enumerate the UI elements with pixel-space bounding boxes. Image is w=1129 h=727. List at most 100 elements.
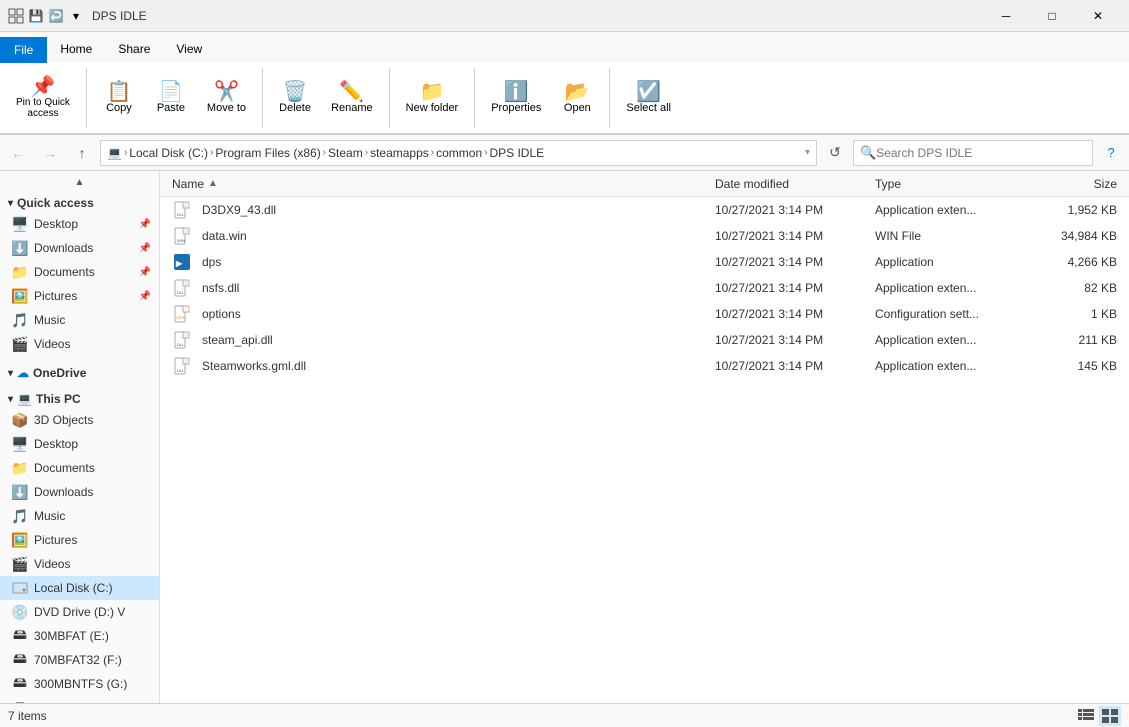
open-button[interactable]: 📂 Open	[553, 78, 601, 118]
quick-access-expand: ▾	[8, 198, 13, 209]
sidebar-item-documents-pc[interactable]: 📁 Documents	[0, 456, 159, 480]
path-arrow-1: ›	[210, 147, 213, 158]
item-count: 7 items	[8, 709, 47, 723]
address-path[interactable]: 💻 › Local Disk (C:) › Program Files (x86…	[100, 140, 817, 166]
documents-pc-label: Documents	[34, 461, 95, 475]
file-name-d3dx9-text: D3DX9_43.dll	[202, 203, 276, 217]
file-type-options: Configuration sett...	[871, 307, 1031, 321]
back-button[interactable]: ←	[4, 139, 32, 167]
file-date-steamworksgml: 10/27/2021 3:14 PM	[711, 359, 871, 373]
undo-icon[interactable]: ↩️	[48, 8, 64, 24]
col-header-size[interactable]: Size	[1031, 177, 1121, 191]
70mbfat32-f-label: 70MBFAT32 (F:)	[34, 653, 122, 667]
properties-icon: ℹ️	[504, 82, 529, 102]
sidebar-item-pictures-quick[interactable]: 🖼️ Pictures 📌	[0, 284, 159, 308]
onedrive-label: OneDrive	[33, 366, 86, 380]
onedrive-expand: ▾	[8, 368, 13, 379]
pictures-quick-icon: 🖼️	[12, 288, 28, 304]
rename-button[interactable]: ✏️ Rename	[323, 78, 381, 118]
close-button[interactable]: ✕	[1075, 0, 1121, 32]
path-dropdown-arrow: ▾	[805, 147, 810, 158]
file-row-d3dx9[interactable]: DLL D3DX9_43.dll 10/27/2021 3:14 PM Appl…	[160, 197, 1129, 223]
paste-label: Paste	[157, 102, 185, 114]
up-button[interactable]: ↑	[68, 139, 96, 167]
file-row-options[interactable]: CFG options 10/27/2021 3:14 PM Configura…	[160, 301, 1129, 327]
details-view-button[interactable]	[1075, 706, 1097, 726]
sidebar-item-desktop-quick[interactable]: 🖥️ Desktop 📌	[0, 212, 159, 236]
sidebar-item-70mbfat32-f[interactable]: 🖴 70MBFAT32 (F:)	[0, 648, 159, 672]
search-box[interactable]: 🔍	[853, 140, 1093, 166]
col-header-type[interactable]: Type	[871, 177, 1031, 191]
delete-button[interactable]: 🗑️ Delete	[271, 78, 319, 118]
onedrive-header[interactable]: ▾ ☁ OneDrive	[0, 360, 159, 382]
new-folder-button[interactable]: 📁 New folder	[398, 78, 467, 118]
sidebar-item-30mbfat-e2[interactable]: 🖴 30MBFAT (E:)	[0, 696, 159, 703]
tab-home[interactable]: Home	[47, 35, 105, 62]
sidebar-item-music-pc[interactable]: 🎵 Music	[0, 504, 159, 528]
sidebar-item-videos-pc[interactable]: 🎬 Videos	[0, 552, 159, 576]
sidebar-item-dvd-drive-d[interactable]: 💿 DVD Drive (D:) V	[0, 600, 159, 624]
this-pc-header[interactable]: ▾ 💻 This PC	[0, 386, 159, 408]
documents-pc-icon: 📁	[12, 460, 28, 476]
file-row-nsfsdll[interactable]: DLL nsfs.dll 10/27/2021 3:14 PM Applicat…	[160, 275, 1129, 301]
status-bar: 7 items	[0, 703, 1129, 727]
sidebar-scroll-up[interactable]: ▲	[0, 175, 159, 190]
paste-button[interactable]: 📄 Paste	[147, 78, 195, 118]
videos-quick-label: Videos	[34, 337, 70, 351]
minimize-button[interactable]: ─	[983, 0, 1029, 32]
refresh-button[interactable]: ↺	[821, 139, 849, 167]
search-icon: 🔍	[860, 145, 876, 161]
save-icon[interactable]: 💾	[28, 8, 44, 24]
quick-access-header[interactable]: ▾ Quick access	[0, 190, 159, 212]
rename-label: Rename	[331, 102, 373, 114]
address-bar: ← → ↑ 💻 › Local Disk (C:) › Program File…	[0, 135, 1129, 171]
copy-button[interactable]: 📋 Copy	[95, 78, 143, 118]
large-icons-view-button[interactable]	[1099, 706, 1121, 726]
sidebar-item-pictures-pc[interactable]: 🖼️ Pictures	[0, 528, 159, 552]
maximize-button[interactable]: □	[1029, 0, 1075, 32]
file-row-datawin[interactable]: WIN data.win 10/27/2021 3:14 PM WIN File…	[160, 223, 1129, 249]
sidebar-section-onedrive: ▾ ☁ OneDrive	[0, 360, 159, 382]
local-disk-c-label: Local Disk (C:)	[34, 581, 113, 595]
col-header-date[interactable]: Date modified	[711, 177, 871, 191]
sidebar-item-music-quick[interactable]: 🎵 Music	[0, 308, 159, 332]
pin-icon: 📌	[31, 77, 56, 97]
dropdown-icon[interactable]: ▾	[68, 8, 84, 24]
tab-file[interactable]: File	[0, 37, 47, 63]
svg-text:DLL: DLL	[177, 342, 185, 347]
music-pc-label: Music	[34, 509, 65, 523]
path-pf86: Program Files (x86)	[215, 146, 320, 160]
file-row-steamworksgml[interactable]: DLL Steamworks.gml.dll 10/27/2021 3:14 P…	[160, 353, 1129, 379]
file-name-datawin: WIN data.win	[168, 226, 711, 246]
pin-quick-access-button[interactable]: 📌 Pin to Quickaccess	[8, 73, 78, 123]
300mbntfs-g-label: 300MBNTFS (G:)	[34, 677, 127, 691]
sidebar-item-local-disk-c[interactable]: Local Disk (C:)	[0, 576, 159, 600]
file-date-nsfsdll: 10/27/2021 3:14 PM	[711, 281, 871, 295]
sidebar-item-downloads-quick[interactable]: ⬇️ Downloads 📌	[0, 236, 159, 260]
col-header-name[interactable]: Name ▲	[168, 177, 711, 191]
onedrive-cloud-icon: ☁	[17, 366, 29, 380]
search-input[interactable]	[876, 146, 1086, 160]
help-button[interactable]: ?	[1097, 139, 1125, 167]
file-name-steamapidll: DLL steam_api.dll	[168, 330, 711, 350]
sidebar-item-videos-quick[interactable]: 🎬 Videos	[0, 332, 159, 356]
select-all-button[interactable]: ☑️ Select all	[618, 78, 679, 118]
file-type-d3dx9: Application exten...	[871, 203, 1031, 217]
file-row-dps[interactable]: ▶ dps 10/27/2021 3:14 PM Application 4,2…	[160, 249, 1129, 275]
sidebar-item-30mbfat-e[interactable]: 🖴 30MBFAT (E:)	[0, 624, 159, 648]
properties-button[interactable]: ℹ️ Properties	[483, 78, 549, 118]
sidebar-item-downloads-pc[interactable]: ⬇️ Downloads	[0, 480, 159, 504]
new-folder-icon: 📁	[419, 82, 444, 102]
sidebar-item-documents-quick[interactable]: 📁 Documents 📌	[0, 260, 159, 284]
forward-button[interactable]: →	[36, 139, 64, 167]
file-row-steamapidll[interactable]: DLL steam_api.dll 10/27/2021 3:14 PM App…	[160, 327, 1129, 353]
view-controls	[1075, 706, 1121, 726]
tab-share[interactable]: Share	[105, 35, 163, 62]
sidebar-item-300mbntfs-g[interactable]: 🖴 300MBNTFS (G:)	[0, 672, 159, 696]
file-icon-options: CFG	[172, 304, 192, 324]
sidebar: ▲ ▾ Quick access 🖥️ Desktop 📌 ⬇️ Downloa…	[0, 171, 160, 703]
tab-view[interactable]: View	[163, 35, 215, 62]
sidebar-item-desktop-pc[interactable]: 🖥️ Desktop	[0, 432, 159, 456]
move-button[interactable]: ✂️ Move to	[199, 78, 254, 118]
sidebar-item-3dobjects[interactable]: 📦 3D Objects	[0, 408, 159, 432]
